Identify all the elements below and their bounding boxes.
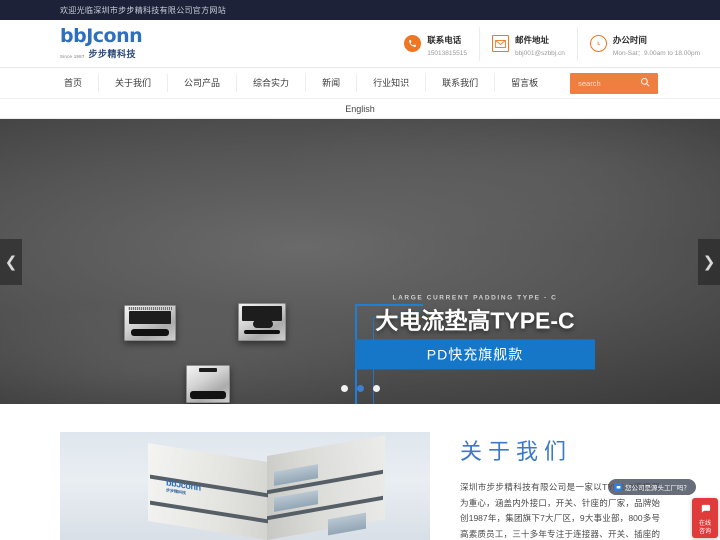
product-connector-3 bbox=[186, 365, 230, 403]
chevron-right-icon: ❯ bbox=[702, 253, 716, 271]
banner-headline: 大电流垫高TYPE-C bbox=[375, 307, 575, 334]
welcome-text: 欢迎光临深圳市步步精科技有限公司官方网站 bbox=[60, 5, 226, 15]
chat-icon bbox=[614, 483, 622, 491]
message-icon bbox=[700, 501, 711, 519]
hero-banner-carousel: LARGE CURRENT PADDING TYPE - C 大电流垫高TYPE… bbox=[0, 119, 720, 404]
about-building-photo: bbJconn 步步精科技 bbox=[60, 432, 430, 540]
carousel-dot-1[interactable] bbox=[340, 385, 348, 392]
contact-phone-value: 15013815515 bbox=[427, 49, 467, 57]
online-consult-button[interactable]: 在线 咨询 bbox=[692, 498, 718, 538]
phone-icon bbox=[404, 35, 422, 52]
banner-copy: LARGE CURRENT PADDING TYPE - C 大电流垫高TYPE… bbox=[355, 294, 595, 370]
nav-item-knowledge[interactable]: 行业知识 bbox=[357, 74, 427, 92]
header-contacts: 联系电话 15013815515 邮件地址 bbj001@szbbj.cn 办公… bbox=[392, 26, 720, 61]
clock-icon bbox=[589, 35, 607, 52]
contact-phone-title: 联系电话 bbox=[427, 34, 462, 45]
nav-item-home[interactable]: 首页 bbox=[60, 74, 100, 92]
nav-item-contact[interactable]: 联系我们 bbox=[426, 74, 496, 92]
mail-icon bbox=[491, 35, 509, 52]
logo-subline: Since 1987 步步精科技 bbox=[60, 47, 300, 60]
contact-phone[interactable]: 联系电话 15013815515 bbox=[392, 26, 480, 61]
top-welcome-bar: 欢迎光临深圳市步步精科技有限公司官方网站 bbox=[0, 0, 720, 20]
carousel-next-arrow[interactable]: ❯ bbox=[698, 238, 720, 285]
consult-label-line1: 在线 bbox=[699, 520, 712, 527]
search-icon[interactable] bbox=[640, 74, 650, 92]
logo-chinese-name: 步步精科技 bbox=[88, 49, 137, 59]
contact-email-value: bbj001@szbbj.cn bbox=[514, 49, 565, 57]
about-section: bbJconn 步步精科技 关于我们 深圳市步步精科技有限公司是一家以TYPE-… bbox=[0, 404, 720, 540]
carousel-dot-3[interactable] bbox=[372, 385, 380, 392]
contact-hours-value: Mon-Sat：9.00am to 18.00pm bbox=[612, 49, 700, 57]
nav-item-message-board[interactable]: 留言板 bbox=[495, 74, 554, 92]
site-header: bbJconn Since 1987 步步精科技 联系电话 1501381551… bbox=[0, 20, 720, 68]
chat-prompt-text: 您公司是源头工厂吗？ bbox=[625, 485, 690, 492]
carousel-dot-2[interactable] bbox=[356, 385, 364, 392]
logo-since-text: Since 1987 bbox=[60, 54, 85, 59]
logo-wordmark: bbJconn bbox=[60, 25, 143, 47]
search-box[interactable] bbox=[570, 72, 659, 94]
main-navigation: 首页 关于我们 公司产品 综合实力 新闻 行业知识 联系我们 留言板 bbox=[0, 68, 720, 99]
product-connector-1 bbox=[124, 305, 176, 341]
banner-subline: PD快充旗舰款 bbox=[355, 339, 595, 370]
contact-email[interactable]: 邮件地址 bbj001@szbbj.cn bbox=[480, 26, 578, 61]
carousel-dots bbox=[0, 385, 720, 392]
about-title: 关于我们 bbox=[460, 439, 573, 464]
language-switch-english[interactable]: English bbox=[345, 104, 375, 114]
chat-prompt-bubble[interactable]: 您公司是源头工厂吗？ bbox=[608, 479, 696, 495]
contact-email-title: 邮件地址 bbox=[514, 34, 549, 45]
product-connector-2 bbox=[238, 303, 286, 341]
nav-item-strength[interactable]: 综合实力 bbox=[237, 74, 307, 92]
consult-label-line2: 咨询 bbox=[699, 529, 712, 535]
nav-item-about[interactable]: 关于我们 bbox=[99, 74, 169, 92]
contact-hours: 办公时间 Mon-Sat：9.00am to 18.00pm bbox=[578, 27, 702, 61]
nav-item-news[interactable]: 新闻 bbox=[306, 74, 358, 92]
chevron-left-icon: ❮ bbox=[4, 253, 18, 271]
site-logo[interactable]: bbJconn Since 1987 步步精科技 bbox=[0, 27, 300, 60]
nav-item-products[interactable]: 公司产品 bbox=[168, 74, 238, 92]
search-input[interactable] bbox=[578, 78, 641, 88]
banner-eyebrow: LARGE CURRENT PADDING TYPE - C bbox=[392, 294, 558, 302]
contact-hours-title: 办公时间 bbox=[612, 34, 647, 45]
language-bar: English bbox=[0, 99, 720, 119]
carousel-prev-arrow[interactable]: ❮ bbox=[0, 238, 22, 285]
